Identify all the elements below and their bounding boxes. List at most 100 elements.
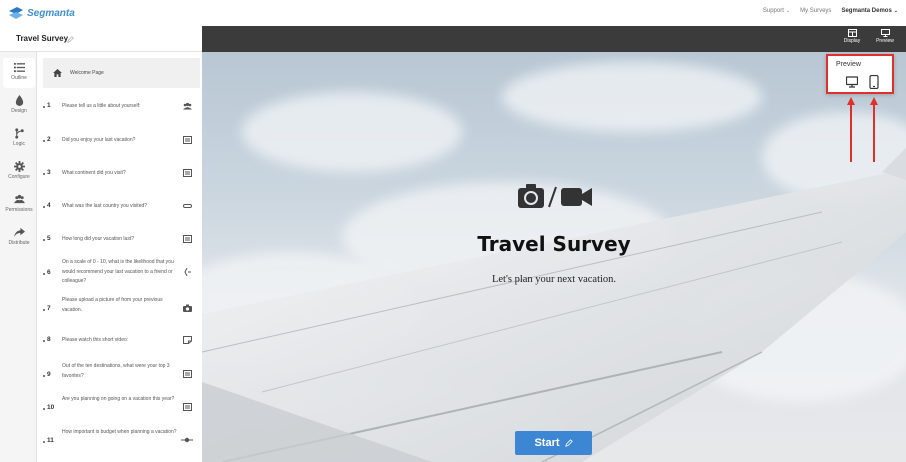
account-menu[interactable]: Segmanta Demos ⌄ [841, 8, 898, 14]
branch-icon [14, 128, 24, 139]
chevron-down-icon: ⌄ [785, 8, 791, 14]
segmanta-logo-icon [9, 7, 23, 19]
question-number: 11 [47, 437, 54, 444]
start-button[interactable]: Start [515, 431, 592, 455]
chevron-down-icon: ⌄ [893, 8, 898, 14]
top-nav: Support ⌄ My Surveys Segmanta Demos ⌄ [763, 8, 898, 14]
question-text: Please tell us a little about yourself: [62, 103, 141, 109]
welcome-page-label: Welcome Page [70, 70, 104, 76]
support-label: Support [762, 8, 784, 14]
sidebar-item-label: Permissions [5, 207, 33, 213]
sidebar-item-label: Design [11, 108, 27, 114]
share-icon [13, 227, 25, 238]
slider-icon [181, 437, 193, 443]
support-menu[interactable]: Support ⌄ [763, 8, 790, 14]
camera-icon [183, 304, 192, 312]
survey-title: Travel Survey [16, 34, 69, 43]
outline-icon [13, 62, 25, 73]
question-text: What continent did you visit? [62, 170, 126, 176]
question-text: Out of the ten destinations, what were y… [62, 363, 170, 379]
sidebar-item-label: Outline [11, 75, 27, 81]
bullet [43, 173, 45, 175]
bullet [43, 441, 45, 443]
question-text: On a scale of 0 - 10, what is the likeli… [62, 259, 174, 284]
preview-popover: Preview [826, 54, 894, 94]
bullet [43, 206, 45, 208]
bullet [43, 273, 45, 275]
home-icon [53, 69, 62, 77]
account-label: Segmanta Demos [841, 8, 892, 14]
start-label: Start [534, 437, 560, 449]
sidebar-item-label: Configure [8, 174, 30, 180]
gear-icon [13, 161, 25, 172]
top-bar: Segmanta Support ⌄ My Surveys Segmanta De… [0, 0, 906, 26]
annotation-arrows [847, 97, 878, 162]
preview-button[interactable]: Preview [871, 29, 899, 44]
stage-toolbar: Display Preview [202, 26, 906, 52]
display-button[interactable]: Display [838, 29, 866, 44]
bullet [43, 375, 45, 377]
question-text: Are you planning on going on a vacation … [62, 396, 175, 402]
sidebar-item-outline[interactable]: Outline [3, 58, 35, 88]
list-icon [183, 235, 192, 243]
cover-title: Travel Survey [477, 232, 631, 256]
camera-video-icon [518, 184, 592, 208]
text-field-icon [183, 204, 192, 208]
preview-popover-title: Preview [836, 61, 861, 68]
question-number: 8 [47, 336, 51, 343]
preview-stage: Display Preview Travel Survey Let's plan… [202, 26, 906, 462]
question-text: What was the last country you visited? [62, 203, 148, 209]
bullet [43, 239, 45, 241]
sidebar-item-configure[interactable]: Configure [3, 157, 35, 187]
question-number: 7 [47, 305, 51, 312]
question-number: 1 [47, 102, 51, 109]
question-number: 6 [47, 269, 51, 276]
cover-subtitle: Let's plan your next vacation. [491, 274, 617, 285]
question-text: Please upload a picture of from your pre… [62, 297, 163, 313]
my-surveys-link[interactable]: My Surveys [800, 8, 831, 14]
survey-cover: Travel Survey Let's plan your next vacat… [202, 52, 906, 462]
gauge-icon [184, 268, 191, 276]
note-icon [183, 336, 192, 344]
question-number: 2 [47, 136, 51, 143]
mobile-icon[interactable] [869, 75, 879, 89]
desktop-icon[interactable] [846, 76, 858, 88]
segmanta-logo[interactable]: Segmanta [8, 4, 75, 22]
preview-label: Preview [876, 38, 894, 44]
airplane-wing-image [202, 148, 906, 462]
sidebar-item-design[interactable]: Design [3, 91, 35, 121]
display-label: Display [843, 38, 861, 44]
list-icon [183, 169, 192, 177]
sidebar-item-logic[interactable]: Logic [3, 124, 35, 154]
sidebar-nav: Outline Design Logic Configure Permissio… [0, 52, 37, 462]
question-number: 10 [47, 404, 55, 411]
monitor-icon [880, 29, 890, 37]
question-text: Did you enjoy your last vacation? [62, 137, 136, 143]
list-icon [183, 370, 192, 378]
users-icon [13, 194, 25, 204]
bullet [43, 309, 45, 311]
pencil-icon[interactable] [564, 439, 573, 447]
bullet [43, 106, 45, 108]
question-number: 9 [47, 371, 51, 378]
group-icon [183, 102, 192, 110]
bullet [43, 340, 45, 342]
survey-outline: Welcome Page 1 Please tell us a little a… [37, 52, 202, 462]
display-icon [847, 29, 857, 37]
question-number: 5 [47, 235, 51, 242]
survey-header: Travel Survey [0, 26, 202, 52]
list-icon [183, 136, 192, 144]
welcome-page-item[interactable]: Welcome Page [43, 58, 200, 88]
question-number: 3 [47, 169, 51, 176]
brand-name: Segmanta [27, 7, 75, 19]
sidebar-item-label: Logic [13, 141, 25, 147]
droplet-icon [15, 95, 23, 106]
pencil-icon[interactable] [67, 36, 74, 43]
question-text: How important is budget when planning a … [62, 429, 177, 435]
sidebar-item-distribute[interactable]: Distribute [3, 223, 35, 253]
bullet [43, 140, 45, 142]
sidebar-item-permissions[interactable]: Permissions [3, 190, 35, 220]
question-text: Please watch this short video: [62, 337, 129, 343]
sidebar-item-label: Distribute [8, 240, 30, 246]
list-icon [183, 403, 192, 411]
